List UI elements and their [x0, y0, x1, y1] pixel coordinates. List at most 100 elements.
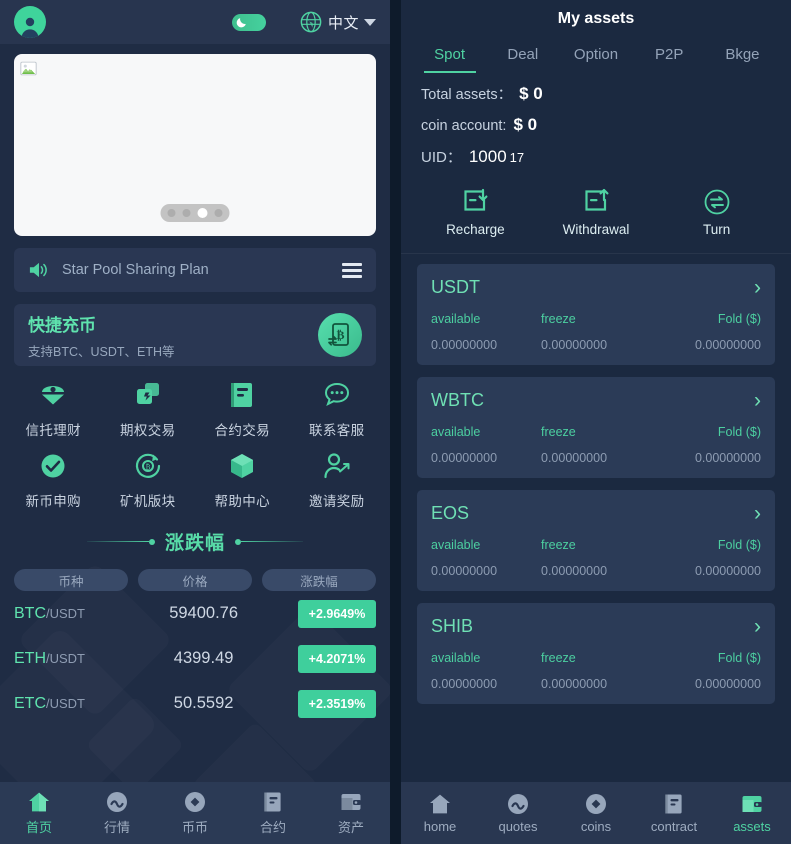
- grid-label: 新币申购: [25, 494, 82, 509]
- grid-item-customer-service[interactable]: 联系客服: [290, 380, 385, 439]
- coins-icon: [586, 794, 606, 814]
- customer-service-icon: [324, 382, 349, 406]
- label-available: available: [431, 425, 481, 439]
- chevron-right-icon[interactable]: ›: [754, 390, 761, 411]
- nav-item-coins[interactable]: coins: [557, 792, 635, 834]
- assets-wallet-icon: [742, 796, 762, 812]
- asset-card-shib[interactable]: SHIB › available freeze Fold ($) 0.00000…: [417, 603, 775, 704]
- nav-item-coins[interactable]: 币币: [156, 790, 234, 836]
- chevron-right-icon[interactable]: ›: [754, 616, 761, 637]
- nav-item-assets[interactable]: assets: [713, 792, 791, 834]
- total-assets-value: $ 0: [519, 84, 543, 103]
- tab-bkge[interactable]: Bkge: [706, 38, 779, 73]
- value-fold: 0.00000000: [694, 338, 761, 352]
- nav-item-contract[interactable]: 合约: [234, 790, 312, 836]
- label-freeze: freeze: [541, 651, 576, 665]
- withdrawal-button[interactable]: Withdrawal: [536, 188, 657, 237]
- avatar-person-icon: [21, 17, 39, 38]
- carousel-dot[interactable]: [214, 209, 223, 217]
- chevron-right-icon[interactable]: ›: [754, 277, 761, 298]
- grid-item-mining[interactable]: ₿ 矿机版块: [101, 451, 196, 510]
- tab-p2p[interactable]: P2P: [633, 38, 706, 73]
- withdrawal-icon: [585, 188, 609, 211]
- grid-item-invite-reward[interactable]: 邀请奖励: [290, 451, 385, 510]
- carousel-dot[interactable]: [167, 209, 176, 217]
- label-fold: Fold ($): [717, 425, 761, 439]
- broken-image-icon: [20, 61, 37, 76]
- announcement-bar[interactable]: Star Pool Sharing Plan: [14, 248, 376, 292]
- label-freeze: freeze: [541, 425, 576, 439]
- hamburger-menu-icon[interactable]: [342, 262, 362, 278]
- grid-item-contract-trade[interactable]: 合约交易: [195, 380, 290, 439]
- globe-icon[interactable]: [300, 11, 322, 33]
- language-label[interactable]: 中文: [328, 12, 359, 33]
- user-avatar[interactable]: [14, 6, 46, 38]
- quick-recharge-icon-circle: ₿: [318, 313, 362, 357]
- turn-button[interactable]: Turn: [656, 188, 777, 237]
- uid-suffix: 17: [509, 150, 525, 165]
- tab-option[interactable]: Option: [559, 38, 632, 73]
- grid-label: 联系客服: [308, 423, 365, 438]
- asset-tabs: Spot Deal Option P2P Bkge: [401, 38, 791, 73]
- market-row[interactable]: BTC/USDT 59400.76 +2.9649%: [14, 591, 376, 636]
- grid-label: 合约交易: [214, 423, 271, 438]
- right-bottom-nav: home quotes coins contract assets: [401, 782, 791, 844]
- value-available: 0.00000000: [431, 564, 498, 578]
- grid-item-option-trade[interactable]: 期权交易: [101, 380, 196, 439]
- grid-item-trust-finance[interactable]: 信托理财: [6, 380, 101, 439]
- page-title: My assets: [557, 10, 635, 27]
- market-change-wrap: +4.2071%: [261, 644, 376, 673]
- nav-label: coins: [580, 819, 612, 834]
- asset-column-labels: available freeze Fold ($): [431, 651, 761, 665]
- invite-reward-icon: [324, 453, 350, 479]
- asset-actions: Recharge Withdrawal Turn: [401, 180, 791, 254]
- dark-mode-toggle[interactable]: [231, 13, 266, 31]
- total-assets-row: Total assets： $ 0: [421, 83, 771, 104]
- grid-item-help-center[interactable]: 帮助中心: [195, 451, 290, 510]
- label-fold: Fold ($): [717, 538, 761, 552]
- home-icon: [430, 794, 450, 814]
- asset-column-values: 0.00000000 0.00000000 0.00000000: [431, 338, 761, 352]
- asset-card-usdt[interactable]: USDT › available freeze Fold ($) 0.00000…: [417, 264, 775, 365]
- action-label: Withdrawal: [562, 222, 630, 237]
- bitcoin-document-icon: ₿: [328, 323, 349, 346]
- nav-label: home: [423, 819, 457, 834]
- market-pair: BTC/USDT: [14, 605, 146, 623]
- nav-item-quotes[interactable]: quotes: [479, 792, 557, 834]
- nav-item-assets[interactable]: 资产: [312, 790, 390, 836]
- market-row[interactable]: ETC/USDT 50.5592 +2.3519%: [14, 681, 376, 726]
- recharge-button[interactable]: Recharge: [415, 188, 536, 237]
- banner-carousel[interactable]: [14, 54, 376, 236]
- carousel-dot[interactable]: [182, 209, 191, 217]
- nav-item-contract[interactable]: contract: [635, 792, 713, 834]
- asset-card-wbtc[interactable]: WBTC › available freeze Fold ($) 0.00000…: [417, 377, 775, 478]
- nav-label: quotes: [498, 819, 538, 834]
- chevron-down-icon[interactable]: [364, 18, 376, 26]
- contract-icon: [665, 794, 682, 814]
- market-price: 50.5592: [173, 694, 234, 712]
- carousel-dot-active[interactable]: [197, 208, 208, 218]
- svg-text:₿: ₿: [336, 328, 344, 342]
- asset-column-labels: available freeze Fold ($): [431, 312, 761, 326]
- grid-item-new-coin[interactable]: 新币申购: [6, 451, 101, 510]
- tab-deal[interactable]: Deal: [486, 38, 559, 73]
- tab-spot[interactable]: Spot: [413, 38, 486, 73]
- market-price: 4399.49: [173, 649, 234, 667]
- value-freeze: 0.00000000: [541, 338, 608, 352]
- account-summary: Total assets： $ 0 coin account: $ 0 UID：…: [401, 73, 791, 180]
- asset-card-header: EOS ›: [431, 503, 761, 524]
- market-change-badge: +4.2071%: [298, 644, 376, 673]
- asset-coin-name: WBTC: [431, 390, 484, 410]
- nav-item-home[interactable]: home: [401, 792, 479, 834]
- chevron-right-icon[interactable]: ›: [754, 503, 761, 524]
- carousel-dots[interactable]: [160, 204, 230, 222]
- quick-recharge-card[interactable]: 快捷充币 支持BTC、USDT、ETH等 ₿: [14, 304, 376, 366]
- dual-phone-screenshot: 中文 Star Pool Sharing Plan 快捷充币 支持BTC、USD…: [0, 0, 791, 844]
- nav-item-quotes[interactable]: 行情: [78, 790, 156, 836]
- nav-item-home[interactable]: 首页: [0, 790, 78, 836]
- market-row[interactable]: ETH/USDT 4399.49 +4.2071%: [14, 636, 376, 681]
- market-pair: ETH/USDT: [14, 650, 146, 668]
- contract-trade-icon: [231, 383, 253, 407]
- asset-card-eos[interactable]: EOS › available freeze Fold ($) 0.000000…: [417, 490, 775, 591]
- nav-label: 资产: [337, 820, 364, 835]
